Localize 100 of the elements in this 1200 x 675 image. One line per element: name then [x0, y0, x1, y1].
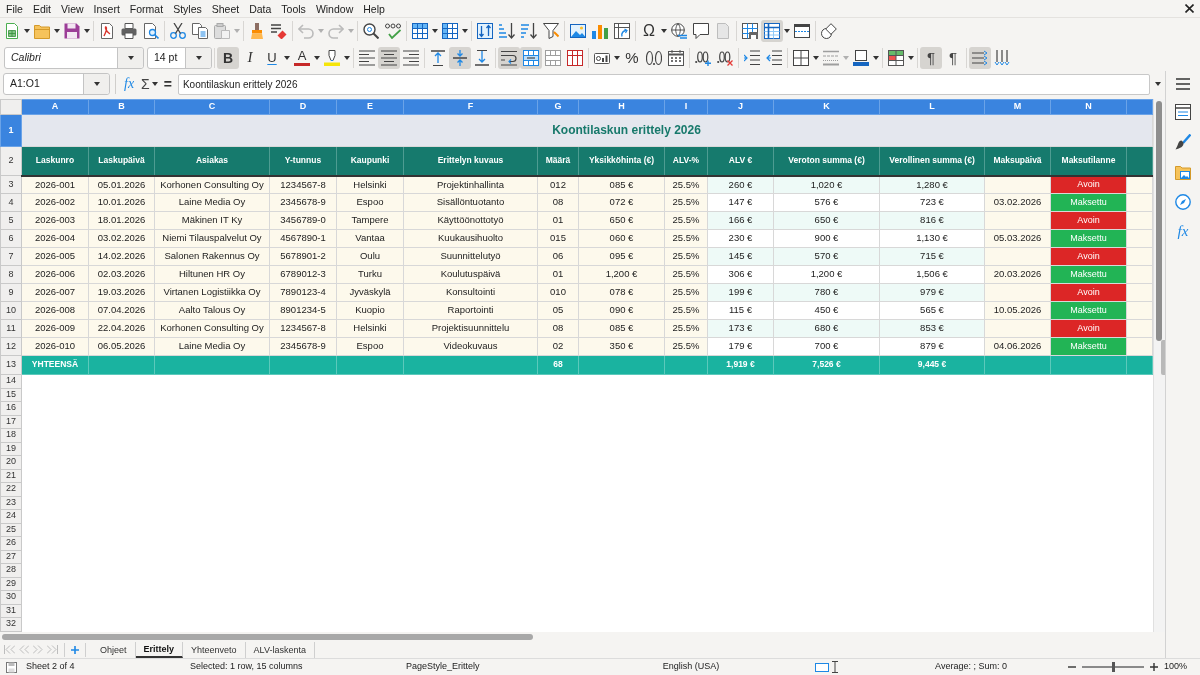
caret-icon[interactable]: [462, 29, 468, 33]
caret-icon[interactable]: [151, 82, 158, 86]
caret-icon[interactable]: [54, 29, 60, 33]
conditional-format-icon[interactable]: [888, 49, 904, 66]
column-letter[interactable]: C: [154, 99, 270, 115]
close-icon[interactable]: [1185, 4, 1194, 13]
caret-icon[interactable]: [661, 29, 667, 33]
properties-icon[interactable]: [1175, 104, 1191, 120]
sum-button[interactable]: Σ: [140, 77, 151, 91]
caret-icon[interactable]: [908, 55, 914, 60]
spellcheck-icon[interactable]: [385, 23, 401, 39]
italic-button[interactable]: I: [239, 46, 261, 69]
sheet-tab[interactable]: Ohjeet: [92, 641, 136, 658]
column-letter[interactable]: E: [336, 99, 404, 115]
name-box[interactable]: A1:O1: [3, 73, 110, 95]
eraser-icon[interactable]: [271, 23, 287, 39]
caret-icon[interactable]: [813, 55, 819, 60]
menu-item[interactable]: Data: [249, 1, 272, 16]
column-letter[interactable]: D: [269, 99, 337, 115]
caret-icon[interactable]: [24, 29, 30, 33]
speech-bubble-icon[interactable]: [693, 23, 709, 39]
text-cursor-icon[interactable]: [831, 661, 838, 673]
scrollbar-thumb[interactable]: [1156, 101, 1162, 341]
caret-icon[interactable]: [873, 55, 879, 60]
paintbrush-icon[interactable]: [249, 23, 265, 39]
bar-chart-icon[interactable]: [592, 23, 608, 39]
pdf-document-icon[interactable]: [99, 23, 115, 39]
unmerge-cells-icon[interactable]: [567, 49, 583, 66]
copy-icon[interactable]: [192, 23, 208, 39]
menu-item[interactable]: Tools: [281, 1, 306, 16]
sidebar-handle[interactable]: [1161, 340, 1165, 375]
table-rows-icon[interactable]: [412, 23, 428, 39]
row-number[interactable]: 1: [0, 114, 22, 147]
column-letter[interactable]: B: [88, 99, 155, 115]
print-range-icon[interactable]: [742, 23, 758, 39]
caret-icon[interactable]: [432, 29, 438, 33]
menu-item[interactable]: Window: [315, 1, 354, 16]
globe-link-icon[interactable]: [671, 23, 687, 39]
sheet-tab[interactable]: ALV-laskenta: [245, 641, 315, 658]
menu-item[interactable]: View: [61, 1, 84, 16]
row-number[interactable]: 2: [0, 146, 22, 176]
caret-icon[interactable]: [127, 55, 134, 60]
column-letter[interactable]: G: [537, 99, 579, 115]
slider-thumb[interactable]: [1112, 662, 1115, 672]
column-letter[interactable]: L: [879, 99, 985, 115]
column-letter[interactable]: M: [984, 99, 1051, 115]
page-magnifier-icon[interactable]: [143, 23, 159, 39]
caret-icon[interactable]: [84, 29, 90, 33]
scrollbar-thumb[interactable]: [2, 633, 533, 640]
outdent-icon[interactable]: [766, 49, 782, 66]
funnel-icon[interactable]: [543, 23, 559, 39]
sort-ascending-icon[interactable]: [499, 23, 515, 39]
bold-button[interactable]: B: [217, 46, 239, 69]
column-letter[interactable]: F: [403, 99, 538, 115]
decimal-format-icon[interactable]: [646, 49, 662, 66]
image-icon[interactable]: [570, 23, 586, 39]
page-style[interactable]: PageStyle_Erittely: [406, 660, 480, 674]
sort-descending-icon[interactable]: [521, 23, 537, 39]
table-columns-icon[interactable]: [442, 23, 458, 39]
column-letter[interactable]: A: [21, 99, 89, 115]
column-letter[interactable]: J: [707, 99, 774, 115]
left-to-right-button[interactable]: ¶: [920, 46, 942, 69]
menu-item[interactable]: File: [6, 1, 23, 16]
caret-icon[interactable]: [784, 29, 790, 33]
column-letter[interactable]: H: [578, 99, 665, 115]
menu-item[interactable]: Insert: [93, 1, 120, 16]
font-color-button[interactable]: A: [294, 49, 310, 66]
font-name-box[interactable]: Calibri: [4, 46, 144, 69]
menu-item[interactable]: Edit: [32, 1, 51, 16]
plus-icon[interactable]: [71, 645, 79, 654]
percent-format-button[interactable]: %: [621, 46, 643, 69]
merge-cells-icon[interactable]: [545, 49, 561, 66]
sheet-tab[interactable]: Erittely: [135, 641, 184, 658]
sheet-tab[interactable]: Yhteenveto: [183, 641, 246, 658]
pivot-table-icon[interactable]: [614, 23, 630, 39]
scissors-icon[interactable]: [170, 23, 186, 39]
language[interactable]: English (USA): [662, 660, 720, 674]
menu-item[interactable]: Styles: [173, 1, 202, 16]
caret-icon[interactable]: [314, 55, 320, 60]
split-window-icon[interactable]: [794, 23, 810, 39]
calendar-icon[interactable]: [668, 49, 684, 66]
highlighter-icon[interactable]: [324, 49, 340, 66]
menu-item[interactable]: Help: [363, 1, 385, 16]
paintbrush-icon[interactable]: [1175, 134, 1191, 150]
search-icon[interactable]: [363, 23, 379, 39]
shapes-icon[interactable]: [821, 23, 837, 39]
indent-icon[interactable]: [744, 49, 760, 66]
caret-icon[interactable]: [93, 82, 100, 86]
compass-icon[interactable]: [1175, 194, 1191, 210]
menu-item[interactable]: Sheet: [211, 1, 240, 16]
font-size-box[interactable]: 14 pt: [147, 46, 212, 69]
document-status-icon[interactable]: [6, 661, 17, 673]
column-letter[interactable]: K: [773, 99, 880, 115]
border-color-icon[interactable]: [853, 49, 869, 66]
image-folder-icon[interactable]: [1175, 164, 1191, 180]
borders-icon[interactable]: [793, 49, 809, 66]
caret-icon[interactable]: [195, 55, 202, 60]
menu-icon[interactable]: [1176, 78, 1190, 90]
delete-decimal-icon[interactable]: [717, 49, 733, 66]
menu-item[interactable]: Format: [129, 1, 164, 16]
